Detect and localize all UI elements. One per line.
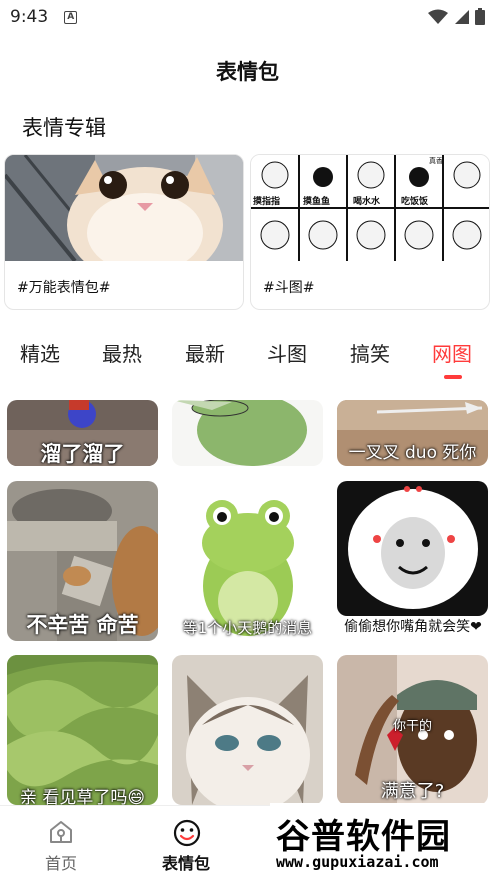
meme-card[interactable] xyxy=(172,400,323,466)
album-label: #斗图# xyxy=(263,280,315,296)
nav-label-stickers: 表情包 xyxy=(161,854,210,873)
meme-card[interactable]: 你干的 满意了? xyxy=(337,655,488,805)
tab-web-images[interactable]: 网图 xyxy=(432,338,472,367)
meme-card[interactable]: 溜了溜了 xyxy=(7,400,158,466)
nav-item-stickers[interactable]: 表情包 xyxy=(136,806,236,880)
meme-caption: 溜了溜了 xyxy=(40,442,125,466)
meme-sub-caption: 你干的 xyxy=(392,719,432,734)
meme-caption: 满意了? xyxy=(380,781,445,802)
status-icons xyxy=(428,8,485,25)
album-label: #万能表情包# xyxy=(17,280,111,296)
meme-grid[interactable]: 溜了溜了 一叉叉 duo 死你 不辛苦 命苦 等1个小天鹅的消息 偷偷想你嘴角就… xyxy=(0,400,495,805)
meme-card[interactable]: 等1个小天鹅的消息 xyxy=(172,481,323,641)
nav-item-home[interactable]: 首页 xyxy=(11,806,111,880)
status-bar: 9:43 A xyxy=(0,0,495,34)
album-section-title: 表情专辑 xyxy=(22,116,106,140)
meme-card[interactable]: 一叉叉 duo 死你 xyxy=(337,400,488,466)
meme-card[interactable] xyxy=(172,655,323,805)
tab-active-indicator xyxy=(444,375,462,379)
watermark-text: 谷普软件园 xyxy=(276,817,451,857)
album-carousel[interactable]: #万能表情包# 真香 摸鱼鱼 喝水水 吃饭饭 摸指指 #斗图# xyxy=(4,154,495,310)
watermark-url: www.gupuxiazai.com xyxy=(276,853,439,871)
tab-hottest[interactable]: 最热 xyxy=(102,338,142,367)
meme-caption: 一叉叉 duo 死你 xyxy=(348,443,477,463)
meme-caption: 等1个小天鹅的消息 xyxy=(182,619,313,637)
meme-caption: 亲 看见草了吗😄 xyxy=(19,788,146,805)
page-title: 表情包 xyxy=(216,60,279,84)
tab-featured[interactable]: 精选 xyxy=(20,338,60,367)
meme-card[interactable]: 亲 看见草了吗😄 xyxy=(7,655,158,805)
home-icon xyxy=(50,821,72,843)
panda-sticker-text-3: 吃饭饭 xyxy=(401,195,428,207)
meme-caption-strip: 偷偷想你嘴角就会笑❤ xyxy=(337,616,488,641)
meme-card[interactable] xyxy=(337,481,488,616)
panda-sticker-grid-image: 真香 摸鱼鱼 喝水水 吃饭饭 摸指指 xyxy=(251,155,489,261)
site-watermark: 谷普软件园 www.gupuxiazai.com xyxy=(270,803,495,880)
status-time: 9:43 xyxy=(10,7,49,27)
meme-image xyxy=(172,655,323,805)
panda-sticker-text-0: 真香 xyxy=(429,156,443,165)
tab-newest[interactable]: 最新 xyxy=(185,338,225,367)
meme-image xyxy=(337,481,488,616)
panda-sticker-text-1: 摸鱼鱼 xyxy=(303,195,330,207)
a-box-icon: A xyxy=(64,10,78,24)
signal-icon xyxy=(455,9,469,24)
meme-image xyxy=(172,400,323,466)
category-tabs: 精选 最热 最新 斗图 搞笑 网图 xyxy=(0,338,495,388)
smiley-icon xyxy=(173,819,201,847)
meme-caption: 不辛苦 命苦 xyxy=(26,613,139,637)
tab-funny[interactable]: 搞笑 xyxy=(350,338,390,367)
cat-album-image xyxy=(5,155,243,261)
album-card-doutu[interactable]: 真香 摸鱼鱼 喝水水 吃饭饭 摸指指 #斗图# xyxy=(250,154,490,310)
meme-caption: 偷偷想你嘴角就会笑❤ xyxy=(344,619,482,635)
tab-doutu[interactable]: 斗图 xyxy=(267,338,307,367)
panda-sticker-text-2: 喝水水 xyxy=(353,195,381,207)
panda-sticker-text-4: 摸指指 xyxy=(253,195,280,207)
wifi-icon xyxy=(428,9,448,24)
nav-label-home: 首页 xyxy=(44,854,77,873)
meme-card[interactable]: 不辛苦 命苦 xyxy=(7,481,158,641)
battery-icon xyxy=(475,8,485,25)
album-card-universal[interactable]: #万能表情包# xyxy=(4,154,244,310)
